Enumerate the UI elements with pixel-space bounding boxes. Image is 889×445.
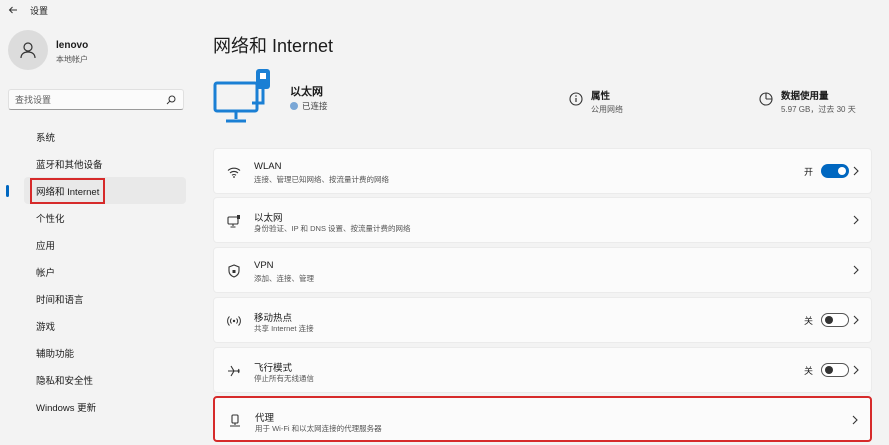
airplane-toggle[interactable]: [821, 363, 849, 377]
nav-item-label: 蓝牙和其他设备: [36, 159, 103, 171]
toggle-knob: [825, 366, 833, 374]
chevron-right-icon: [851, 363, 861, 377]
nav-item-label: 隐私和安全性: [36, 375, 94, 387]
airplane-toggle-group: 关: [804, 363, 849, 377]
chevron-right-icon: [851, 213, 861, 227]
shield-icon: [226, 263, 242, 279]
nav-item-network[interactable]: 网络和 Internet: [6, 177, 186, 204]
wlan-card[interactable]: WLAN 连接、管理已知网络、按流量计费的网络 开: [213, 148, 872, 194]
wlan-toggle[interactable]: [821, 164, 849, 178]
airplane-icon: [226, 363, 242, 379]
nav-item-apps[interactable]: 应用: [0, 231, 200, 258]
hotspot-card[interactable]: 移动热点 共享 Internet 连接 关: [213, 297, 872, 343]
card-subtitle: 添加、连接、管理: [254, 274, 314, 283]
back-button[interactable]: [6, 3, 20, 17]
toggle-label: 关: [803, 365, 813, 376]
search-icon[interactable]: [165, 94, 177, 106]
pie-chart-icon: [759, 92, 773, 106]
nav-item-accounts[interactable]: 帐户: [0, 258, 200, 285]
nav-item-label: 游戏: [36, 321, 56, 333]
search-input[interactable]: [15, 94, 165, 105]
card-title: VPN: [254, 260, 274, 271]
sidebar: lenovo 本地帐户 系统 蓝牙和其他设备 网络和 Internet 个性化 …: [0, 20, 200, 445]
nav-item-gaming[interactable]: 游戏: [0, 312, 200, 339]
network-profile: 公用网络: [591, 105, 623, 114]
toggle-label: 开: [803, 166, 813, 177]
card-title: WLAN: [254, 161, 282, 172]
card-subtitle: 共享 Internet 连接: [254, 324, 314, 333]
data-usage-amount: 5.97 GB，过去 30 天: [781, 105, 856, 114]
card-subtitle: 用于 Wi-Fi 和以太网连接的代理服务器: [255, 424, 382, 433]
chevron-right-icon: [851, 313, 861, 327]
main-content: 网络和 Internet 以太网 已连接 属性 公用网络 数据使用量 5.97 …: [200, 20, 889, 445]
title-bar: 设置: [0, 0, 889, 20]
nav-list: 系统 蓝牙和其他设备 网络和 Internet 个性化 应用 帐户 时间和语言 …: [0, 123, 200, 420]
card-subtitle: 停止所有无线通信: [254, 374, 314, 383]
nav-item-label: 帐户: [36, 267, 56, 279]
hotspot-toggle[interactable]: [821, 313, 849, 327]
nav-item-system[interactable]: 系统: [0, 123, 200, 150]
avatar[interactable]: [8, 30, 48, 70]
nav-item-accessibility[interactable]: 辅助功能: [0, 339, 200, 366]
search-box: [8, 89, 184, 110]
chevron-right-icon: [850, 413, 860, 427]
ethernet-card[interactable]: 以太网 身份验证、IP 和 DNS 设置、按流量计费的网络: [213, 197, 872, 243]
ethernet-name: 以太网: [290, 86, 323, 98]
chevron-right-icon: [851, 164, 861, 178]
wifi-icon: [226, 164, 242, 180]
nav-item-privacy[interactable]: 隐私和安全性: [0, 366, 200, 393]
card-subtitle: 连接、管理已知网络、按流量计费的网络: [254, 175, 389, 184]
info-icon: [569, 92, 583, 106]
user-name: lenovo: [56, 40, 89, 51]
toggle-knob: [838, 167, 846, 175]
data-usage-link[interactable]: 数据使用量 5.97 GB，过去 30 天: [759, 88, 856, 115]
hotspot-toggle-group: 关: [804, 313, 849, 327]
nav-item-label: 应用: [36, 240, 56, 252]
nav-item-personalization[interactable]: 个性化: [0, 204, 200, 231]
nav-item-bluetooth[interactable]: 蓝牙和其他设备: [0, 150, 200, 177]
card-title: 移动热点: [254, 313, 293, 324]
wlan-toggle-group: 开: [804, 164, 849, 178]
toggle-knob: [825, 316, 833, 324]
page-title: 网络和 Internet: [213, 36, 334, 56]
app-title: 设置: [30, 6, 49, 16]
card-title: 代理: [255, 413, 275, 424]
connected-dot-icon: [290, 102, 298, 110]
toggle-label: 关: [803, 315, 813, 326]
arrow-left-icon: [8, 6, 17, 14]
nav-item-windows-update[interactable]: Windows 更新: [0, 393, 200, 420]
properties-link[interactable]: 属性 公用网络: [569, 88, 623, 115]
connection-status: 已连接: [290, 100, 328, 112]
nav-item-label: Windows 更新: [36, 402, 97, 414]
properties-title: 属性: [591, 91, 611, 102]
nav-item-label: 网络和 Internet: [29, 177, 106, 204]
ethernet-icon: [226, 213, 242, 229]
airplane-card[interactable]: 飞行模式 停止所有无线通信 关: [213, 347, 872, 393]
chevron-right-icon: [851, 263, 861, 277]
proxy-icon: [227, 413, 243, 429]
card-title: 飞行模式: [254, 363, 293, 374]
nav-item-label: 时间和语言: [36, 294, 84, 306]
nav-item-label: 系统: [36, 132, 56, 144]
connection-status-text: 已连接: [302, 101, 328, 111]
hotspot-icon: [226, 313, 242, 329]
nav-item-label: 辅助功能: [36, 348, 75, 360]
ethernet-monitor-icon: [213, 69, 270, 123]
user-icon: [20, 42, 36, 59]
account-type: 本地帐户: [56, 55, 88, 64]
vpn-card[interactable]: VPN 添加、连接、管理: [213, 247, 872, 293]
card-subtitle: 身份验证、IP 和 DNS 设置、按流量计费的网络: [254, 224, 411, 233]
nav-item-time-language[interactable]: 时间和语言: [0, 285, 200, 312]
proxy-card[interactable]: 代理 用于 Wi-Fi 和以太网连接的代理服务器: [213, 396, 872, 442]
card-title: 以太网: [254, 213, 283, 224]
data-usage-title: 数据使用量: [781, 91, 829, 102]
nav-item-label: 个性化: [36, 213, 65, 225]
